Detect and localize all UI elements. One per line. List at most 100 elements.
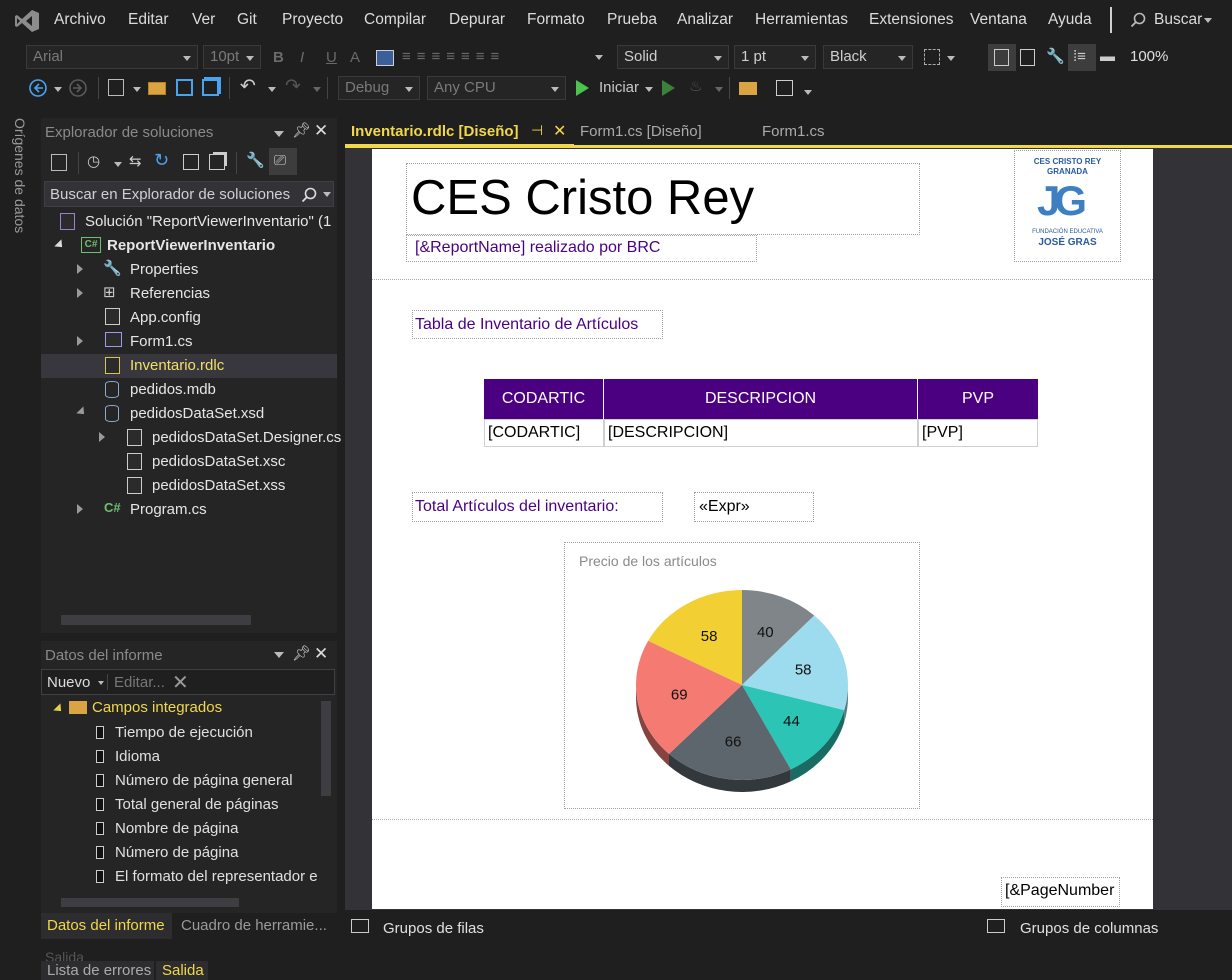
save-icon[interactable] — [176, 79, 193, 96]
tree-item-program[interactable]: Program.cs — [130, 498, 207, 522]
hot-reload-icon[interactable]: ♨ — [689, 78, 702, 96]
overflow-chevron-icon[interactable] — [595, 55, 603, 60]
horizontal-scrollbar-thumb[interactable] — [61, 898, 239, 907]
text-color-icon[interactable]: A — [350, 49, 360, 67]
platform-select[interactable]: Any CPU — [427, 76, 566, 100]
redo-chevron-icon[interactable] — [313, 87, 321, 92]
play-icon[interactable] — [576, 80, 589, 96]
page-icon[interactable] — [1020, 49, 1035, 66]
collapse-all-icon[interactable] — [183, 154, 199, 170]
tree-solution[interactable]: Solución "ReportViewerInventario" (1 — [85, 210, 331, 234]
folder-search-icon[interactable] — [739, 82, 757, 95]
start-chevron-icon[interactable] — [645, 87, 653, 92]
refresh-icon[interactable]: ↻ — [154, 151, 169, 169]
align-icons[interactable]: ≡≡≡≡≡≡≡ — [402, 48, 505, 66]
border-icon[interactable] — [924, 49, 940, 65]
field-overall-total-pages[interactable]: Total general de páginas — [115, 793, 278, 817]
pin-icon[interactable]: 📌︎ — [292, 122, 311, 140]
pin-icon[interactable]: ⊣ — [531, 122, 543, 139]
history-icon[interactable]: ◷ — [87, 153, 100, 171]
menu-herramientas[interactable]: Herramientas — [755, 11, 848, 29]
total-label-textbox[interactable]: Total Artículos del inventario: — [412, 492, 663, 522]
italic-icon[interactable]: I — [300, 49, 304, 67]
row-groups-label[interactable]: Grupos de filas — [383, 920, 484, 937]
new-chevron-icon[interactable] — [98, 681, 104, 685]
field-page-name[interactable]: Nombre de página — [115, 817, 238, 841]
menu-extensiones[interactable]: Extensiones — [869, 11, 953, 29]
expand-arrow-icon[interactable] — [99, 432, 105, 442]
undo-chevron-icon[interactable] — [268, 87, 276, 92]
tab-output[interactable]: Salida — [156, 961, 208, 980]
menu-ayuda[interactable]: Ayuda — [1048, 11, 1092, 29]
back-chevron-icon[interactable] — [54, 87, 62, 92]
close-icon[interactable]: ✕ — [314, 645, 328, 663]
bold-icon[interactable]: B — [273, 49, 284, 67]
inventory-table[interactable]: CODARTIC DESCRIPCION PVP [CODARTIC] [DES… — [484, 379, 1039, 449]
menu-depurar[interactable]: Depurar — [449, 11, 505, 29]
tab-report-data[interactable]: Datos del informe — [41, 913, 172, 939]
start-without-debug-icon[interactable] — [662, 80, 675, 96]
solution-search-input[interactable]: Buscar en Explorador de soluciones ( — [44, 181, 334, 207]
table-title-textbox[interactable]: Tabla de Inventario de Artículos — [412, 310, 663, 339]
toolbar-overflow-icon[interactable] — [804, 90, 812, 95]
page-number-textbox[interactable]: [&PageNumber — [1001, 877, 1120, 907]
menu-editar[interactable]: Editar — [128, 11, 169, 29]
tree-item-properties[interactable]: Properties — [130, 258, 198, 282]
redo-icon[interactable]: ↷ — [285, 77, 301, 96]
report-subtitle-textbox[interactable]: [&ReportName] realizado por BRC — [406, 235, 757, 262]
new-button[interactable]: Nuevo — [47, 674, 90, 691]
expand-arrow-icon[interactable] — [77, 288, 83, 298]
menu-formato[interactable]: Formato — [527, 11, 585, 29]
tree-item-pedidos-mdb[interactable]: pedidos.mdb — [130, 378, 216, 402]
pin-icon[interactable]: 📌︎ — [292, 645, 311, 663]
close-icon[interactable]: ✕ — [314, 122, 328, 140]
logo-image[interactable]: CES CRISTO REY GRANADA JG FUNDACIÓN EDUC… — [1014, 150, 1121, 262]
tab-toolbox[interactable]: Cuadro de herramie... — [181, 917, 327, 934]
menu-git[interactable]: Git — [237, 11, 257, 29]
panel-menu-icon[interactable] — [274, 131, 284, 137]
expand-arrow-icon[interactable] — [54, 239, 66, 251]
tree-item-references[interactable]: Referencias — [130, 282, 210, 306]
tree-item-dataset-xsc[interactable]: pedidosDataSet.xsc — [152, 450, 285, 474]
tree-item-form1[interactable]: Form1.cs — [130, 330, 193, 354]
tree-item-inventario-rdlc[interactable]: Inventario.rdlc — [130, 354, 224, 378]
expand-arrow-icon[interactable] — [77, 504, 83, 514]
collapse-arrow-icon[interactable] — [53, 703, 65, 715]
expand-arrow-icon[interactable] — [76, 406, 88, 418]
expand-arrow-icon[interactable] — [77, 264, 83, 274]
layout-icon[interactable] — [994, 49, 1009, 66]
preview-icon[interactable]: ⎚ — [274, 152, 286, 170]
new-item-icon[interactable] — [108, 79, 124, 96]
back-icon[interactable] — [28, 78, 48, 98]
field-render-format[interactable]: El formato del representador e — [115, 865, 319, 889]
column-header-codartic[interactable]: CODARTIC — [484, 379, 604, 419]
menu-archivo[interactable]: Archivo — [54, 11, 106, 29]
tab-form1-cs[interactable]: Form1.cs — [762, 123, 825, 140]
menu-compilar[interactable]: Compilar — [364, 11, 426, 29]
sync-icon[interactable]: ⇆ — [129, 153, 142, 171]
undo-icon[interactable]: ↶ — [240, 77, 256, 96]
expand-arrow-icon[interactable] — [77, 336, 83, 346]
delete-icon[interactable]: ✕ — [172, 670, 189, 695]
edit-button[interactable]: Editar... — [114, 674, 165, 691]
search-dropdown-icon[interactable] — [1204, 18, 1212, 23]
column-header-descripcion[interactable]: DESCRIPCION — [604, 379, 918, 419]
close-icon[interactable]: ✕ — [553, 121, 566, 141]
total-expr-textbox[interactable]: «Expr» — [694, 492, 814, 522]
configuration-select[interactable]: Debug — [338, 76, 420, 100]
field-overall-page-number[interactable]: Número de página general — [115, 769, 293, 793]
show-all-files-icon[interactable] — [209, 154, 225, 170]
tab-form1-design[interactable]: Form1.cs [Diseño] — [580, 123, 702, 140]
border-chevron-icon[interactable] — [947, 56, 955, 61]
field-page-number[interactable]: Número de página — [115, 841, 238, 865]
vertical-scrollbar-thumb[interactable] — [321, 701, 331, 796]
forward-icon[interactable] — [68, 78, 88, 98]
hot-reload-chevron-icon[interactable] — [715, 87, 723, 92]
tab-error-list[interactable]: Lista de errores — [41, 961, 154, 980]
start-button[interactable]: Iniciar — [599, 79, 639, 97]
font-family-select[interactable]: Arial — [26, 45, 198, 69]
history-chevron-icon[interactable] — [114, 162, 122, 167]
ruler-icon[interactable]: ▬ — [1100, 48, 1115, 66]
line-color-select[interactable]: Black — [823, 45, 913, 69]
tab-inventario-design[interactable]: Inventario.rdlc [Diseño] ⊣ ✕ — [345, 118, 574, 146]
